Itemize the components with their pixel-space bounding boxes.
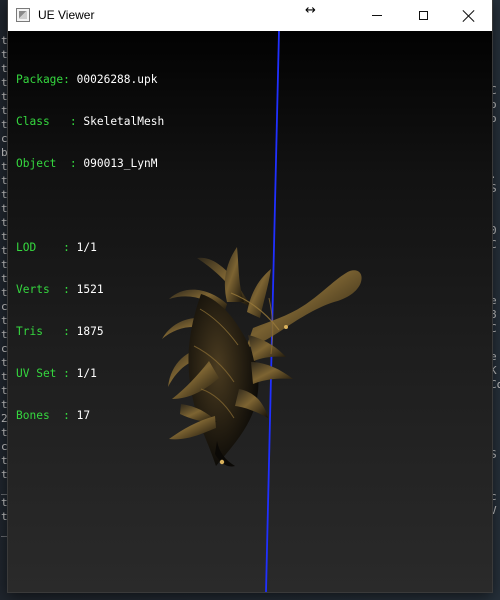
background-console-left-char: t	[1, 454, 8, 467]
background-console-left-char: t	[1, 384, 8, 397]
horizontal-resize-cursor-icon: ↔	[305, 3, 316, 18]
bones-label: Bones	[16, 409, 50, 422]
close-button[interactable]	[446, 0, 492, 31]
ue-viewer-icon	[16, 8, 30, 22]
skeletal-mesh-model[interactable]	[143, 236, 368, 476]
background-console-left-char: t	[1, 118, 8, 131]
background-console-left-char: _	[1, 482, 8, 495]
background-console-left-char: t	[1, 62, 8, 75]
info-line-lod: LOD : 1/1	[16, 241, 97, 254]
background-console-left-char: _	[1, 524, 8, 537]
background-console-left-char: t	[1, 370, 8, 383]
info-line-class: Class : SkeletalMesh	[16, 115, 165, 128]
background-console-left-char: t	[1, 188, 8, 201]
background-console-left-char: t	[1, 160, 8, 173]
background-console-left-char: t	[1, 496, 8, 509]
background-console-left-char: t	[1, 48, 8, 61]
info-line-bones: Bones : 17	[16, 409, 91, 422]
background-console-left-char: t	[1, 468, 8, 481]
background-console-left-char: t	[1, 426, 8, 439]
background-console-left-char: t	[1, 510, 8, 523]
background-console-left-char: t	[1, 314, 8, 327]
background-console-left-char: c	[1, 440, 8, 453]
info-line-object: Object : 090013_LynM	[16, 157, 158, 170]
background-console-left-char: t	[1, 76, 8, 89]
lod-label: LOD	[16, 241, 37, 254]
background-console-left-char: t	[1, 356, 8, 369]
3d-viewport[interactable]: Package: 00026288.upk Class : SkeletalMe…	[8, 31, 492, 592]
background-console-left-char: 2	[1, 412, 8, 425]
info-gap	[16, 199, 164, 213]
uv-set-label: UV Set	[16, 367, 57, 380]
background-console-left-char: t	[1, 90, 8, 103]
package-value: 00026288.upk	[76, 73, 158, 86]
maximize-icon	[418, 11, 428, 20]
verts-value: 1521	[76, 283, 104, 296]
background-console-left-char: t	[1, 328, 8, 341]
mesh-info-panel: Package: 00026288.upk Class : SkeletalMe…	[16, 45, 164, 451]
lod-value: 1/1	[76, 241, 97, 254]
verts-label: Verts	[16, 283, 50, 296]
background-console-left-char: t	[1, 272, 8, 285]
ue-viewer-window: UE Viewer ↔ Package: 00026288.upk Class …	[8, 0, 492, 592]
uv-set-value: 1/1	[76, 367, 97, 380]
minimize-icon	[372, 15, 382, 16]
bones-value: 17	[76, 409, 91, 422]
background-console-left-char: t	[1, 202, 8, 215]
background-console-left-char: t	[1, 258, 8, 271]
info-line-verts: Verts : 1521	[16, 283, 104, 296]
title-bar[interactable]: UE Viewer ↔	[8, 0, 492, 31]
maximize-button[interactable]	[400, 0, 446, 31]
info-line-uv-set: UV Set : 1/1	[16, 367, 97, 380]
background-console-left-char: t	[1, 216, 8, 229]
background-console-left-char: t	[1, 286, 8, 299]
window-title: UE Viewer	[38, 8, 95, 22]
background-console-left-char: t	[1, 398, 8, 411]
minimize-button[interactable]	[354, 0, 400, 31]
close-icon	[463, 10, 475, 22]
tris-label: Tris	[16, 325, 43, 338]
background-console-left-char: c	[1, 132, 8, 145]
info-line-tris: Tris : 1875	[16, 325, 104, 338]
package-label: Package	[16, 73, 64, 86]
background-console-left-char: b	[1, 146, 8, 159]
info-line-package: Package: 00026288.upk	[16, 73, 158, 86]
background-console-left-char: c	[1, 342, 8, 355]
background-console-left-char: t	[1, 244, 8, 257]
class-label: Class	[16, 115, 50, 128]
background-console-left-char: t	[1, 230, 8, 243]
background-console-left-char: c	[1, 300, 8, 313]
tris-value: 1875	[76, 325, 104, 338]
background-console-left-char: t	[1, 34, 8, 47]
background-console-left-char: t	[1, 104, 8, 117]
class-value: SkeletalMesh	[83, 115, 165, 128]
background-console-left-char: t	[1, 174, 8, 187]
object-label: Object	[16, 157, 57, 170]
object-value: 090013_LynM	[83, 157, 158, 170]
